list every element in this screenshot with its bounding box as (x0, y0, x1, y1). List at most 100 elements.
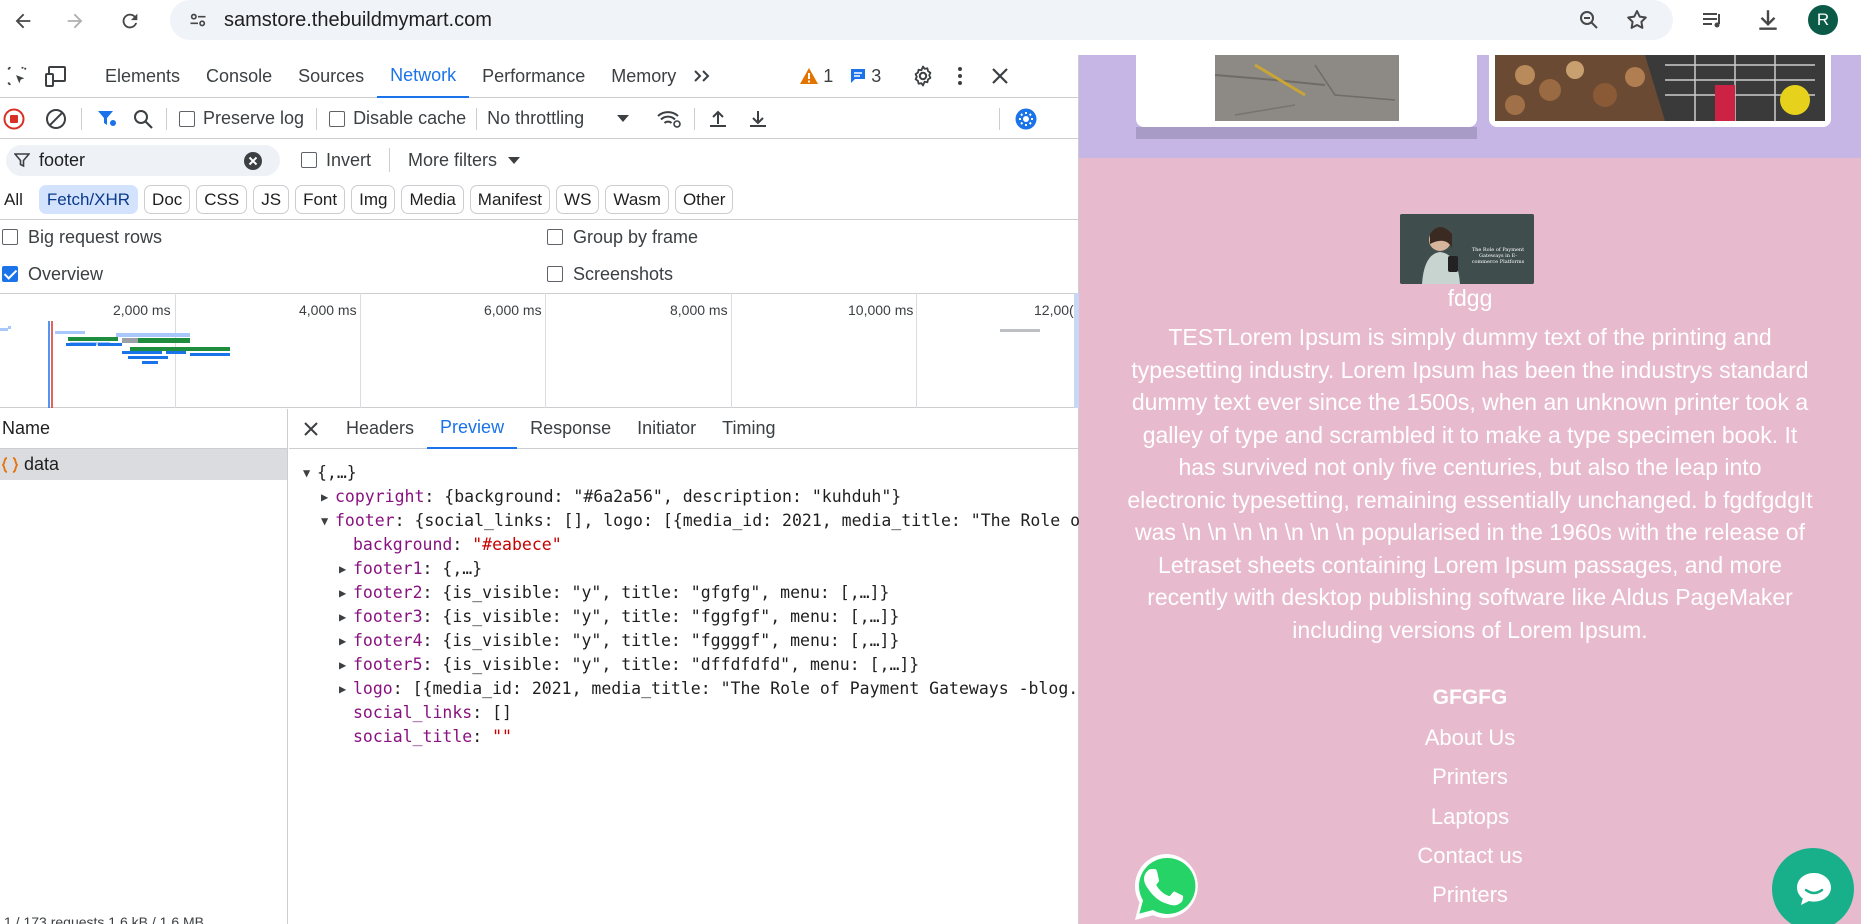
tab-timing[interactable]: Timing (709, 409, 788, 449)
messages-count[interactable]: 3 (871, 66, 881, 87)
collapsed-triangle-icon: ▶ (339, 562, 347, 576)
json-node-background[interactable]: background: "#eabece" (303, 533, 1080, 557)
tab-elements[interactable]: Elements (92, 55, 193, 98)
disable-cache-checkbox[interactable] (329, 110, 346, 127)
tab-response[interactable]: Response (517, 409, 624, 449)
filter-icon[interactable] (96, 108, 118, 130)
overview-checkbox[interactable] (2, 266, 18, 282)
forward-button[interactable] (60, 6, 90, 36)
name-column-header[interactable]: Name (0, 409, 287, 449)
media-controls-icon[interactable] (1700, 8, 1726, 32)
screenshots-checkbox[interactable] (547, 266, 563, 282)
json-node-social-links[interactable]: social_links: [] (303, 701, 1080, 725)
json-node-footer2[interactable]: ▶ footer2: {is_visible: "y", title: "gfgf… (303, 581, 1080, 605)
tab-console[interactable]: Console (193, 55, 285, 98)
settings-gear-icon[interactable] (911, 64, 935, 88)
tab-memory[interactable]: Memory (598, 55, 689, 98)
json-node-footer4[interactable]: ▶ footer4: {is_visible: "y", title: "fggg… (303, 629, 1080, 653)
timeline-tick: 4,000 ms (299, 302, 357, 318)
invert-checkbox[interactable] (301, 152, 317, 168)
back-button[interactable] (8, 6, 38, 36)
json-node-footer3[interactable]: ▶ footer3: {is_visible: "y", title: "fggf… (303, 605, 1080, 629)
tab-sources[interactable]: Sources (285, 55, 377, 98)
tab-preview[interactable]: Preview (427, 409, 518, 449)
warning-icon[interactable] (799, 67, 819, 85)
collapsed-triangle-icon: ▶ (339, 658, 347, 672)
profile-avatar[interactable]: R (1808, 5, 1838, 35)
json-node-social-title[interactable]: social_title: "" (303, 725, 1080, 749)
type-filter-font[interactable]: Font (295, 185, 346, 214)
json-node-footer[interactable]: ▼ footer: {social_links: [], logo: [{medi… (303, 509, 1080, 533)
search-icon[interactable] (132, 108, 154, 130)
request-row[interactable]: data (0, 449, 287, 480)
throttling-select[interactable]: No throttling (487, 108, 630, 129)
json-preview-tree: ▼ {,…} ▶ copyright: {background: "#6a2a56"… (303, 461, 1080, 749)
devtools-panel: Elements Console Sources Network Perform… (0, 55, 1080, 924)
footer-link-laptops[interactable]: Laptops (1079, 804, 1861, 830)
record-stop-icon[interactable] (3, 108, 25, 130)
tab-initiator[interactable]: Initiator (624, 409, 709, 449)
zoom-icon[interactable] (1577, 8, 1601, 32)
inspect-element-icon[interactable] (2, 65, 32, 87)
json-node-copyright[interactable]: ▶ copyright: {background: "#6a2a56", desc… (303, 485, 1080, 509)
type-filter-media[interactable]: Media (401, 185, 464, 214)
more-filters-dropdown[interactable]: More filters (408, 150, 521, 171)
funnel-icon (14, 152, 30, 168)
clear-icon[interactable] (45, 108, 67, 130)
import-har-icon[interactable] (707, 108, 729, 130)
timeline-waterfall (0, 321, 230, 408)
tab-network[interactable]: Network (377, 55, 470, 98)
more-tabs-icon[interactable] (689, 68, 715, 84)
filter-input[interactable]: footer (6, 145, 280, 176)
message-icon[interactable] (849, 67, 867, 85)
footer-link-about-us[interactable]: About Us (1079, 725, 1861, 751)
network-conditions-icon[interactable] (656, 108, 682, 130)
type-filter-wasm[interactable]: Wasm (605, 185, 669, 214)
chat-widget-button[interactable] (1772, 848, 1854, 924)
big-request-rows-checkbox[interactable] (2, 229, 18, 245)
whatsapp-button[interactable] (1130, 850, 1204, 924)
clear-filter-icon[interactable] (243, 151, 263, 171)
export-har-icon[interactable] (747, 108, 769, 130)
arrow-right-icon (67, 13, 83, 29)
arrow-left-icon (15, 13, 31, 29)
device-toolbar-icon[interactable] (40, 65, 74, 87)
type-filter-doc[interactable]: Doc (144, 185, 191, 214)
close-detail-icon[interactable] (289, 421, 333, 437)
json-node-logo[interactable]: ▶ logo: [{media_id: 2021, media_title: "T… (303, 677, 1080, 701)
preserve-log-checkbox[interactable] (179, 110, 195, 127)
footer-logo[interactable]: The Role of Payment Gateways in E-commer… (1400, 214, 1534, 284)
blog-card[interactable] (1136, 55, 1477, 127)
type-filter-fetch-xhr[interactable]: Fetch/XHR (38, 185, 139, 214)
bookmark-star-icon[interactable] (1625, 8, 1649, 32)
type-filter-img[interactable]: Img (351, 185, 396, 214)
json-node-footer1[interactable]: ▶ footer1: {,…} (303, 557, 1080, 581)
reload-icon (122, 13, 138, 29)
json-root[interactable]: ▼ {,…} (303, 461, 1080, 485)
blog-card[interactable] (1489, 55, 1831, 127)
reload-button[interactable] (115, 6, 145, 36)
type-filter-manifest[interactable]: Manifest (469, 185, 551, 214)
download-icon[interactable] (1755, 7, 1781, 33)
type-filter-ws[interactable]: WS (556, 185, 600, 214)
type-filter-css[interactable]: CSS (196, 185, 248, 214)
group-by-frame-checkbox[interactable] (547, 229, 563, 245)
close-devtools-icon[interactable] (991, 67, 1009, 85)
tab-performance[interactable]: Performance (469, 55, 598, 98)
json-file-icon (2, 456, 18, 474)
footer-link-printers[interactable]: Printers (1079, 764, 1861, 790)
network-overview-timeline[interactable]: 2,000 ms 4,000 ms 6,000 ms 8,000 ms 10,0… (0, 293, 1079, 408)
json-node-footer5[interactable]: ▶ footer5: {is_visible: "y", title: "dffd… (303, 653, 1080, 677)
warnings-count[interactable]: 1 (823, 66, 833, 87)
type-filter-all[interactable]: All (0, 185, 27, 214)
tab-headers[interactable]: Headers (333, 409, 427, 449)
address-bar[interactable]: samstore.thebuildmymart.com (170, 0, 1673, 40)
site-settings-icon[interactable] (188, 10, 208, 30)
type-filter-other[interactable]: Other (674, 185, 734, 214)
network-settings-gear-icon[interactable] (1014, 107, 1038, 131)
type-filter-js[interactable]: JS (253, 185, 290, 214)
kebab-menu-icon[interactable] (957, 66, 963, 86)
invert-label: Invert (326, 150, 372, 170)
collapsed-triangle-icon: ▶ (339, 682, 347, 696)
big-request-rows-label: Big request rows (28, 227, 163, 247)
